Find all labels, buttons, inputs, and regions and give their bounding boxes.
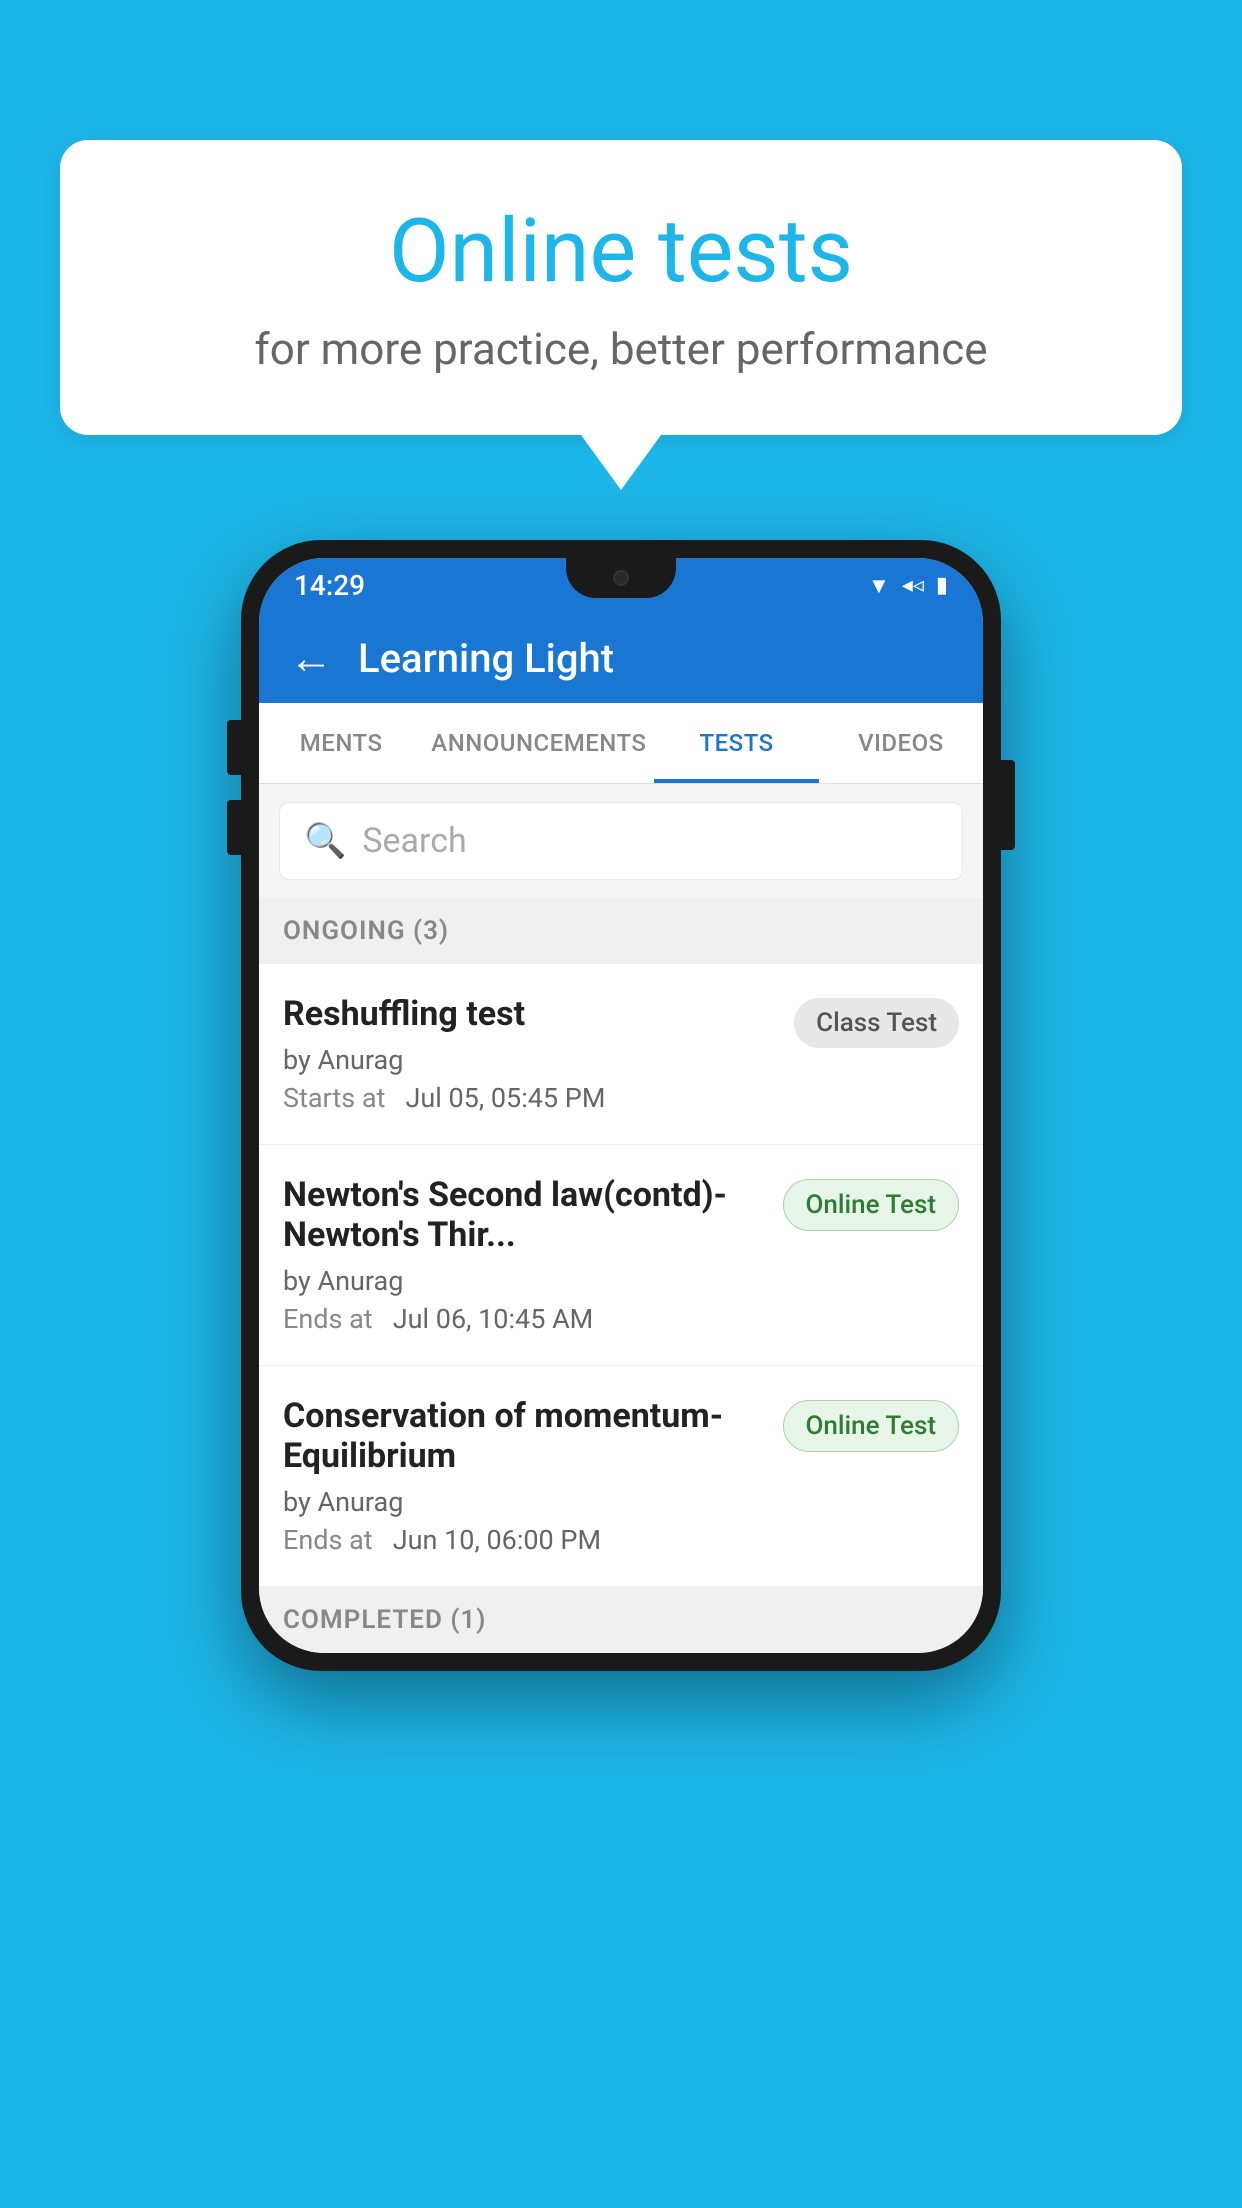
power-button xyxy=(1001,760,1015,850)
test-info: Reshuffling test by Anurag Starts at Jul… xyxy=(283,994,794,1114)
status-time: 14:29 xyxy=(294,569,365,602)
test-time-label: Ends at xyxy=(283,1303,373,1335)
volume-down-button xyxy=(227,800,241,855)
test-author: by Anurag xyxy=(283,1486,763,1518)
ongoing-label: ONGOING (3) xyxy=(283,916,449,946)
ongoing-section-header: ONGOING (3) xyxy=(259,898,983,964)
search-placeholder: Search xyxy=(362,821,466,861)
test-item[interactable]: Conservation of momentum-Equilibrium by … xyxy=(259,1366,983,1587)
search-container: 🔍 Search xyxy=(259,784,983,898)
test-time-value: Jun 10, 06:00 PM xyxy=(393,1524,601,1556)
test-info: Conservation of momentum-Equilibrium by … xyxy=(283,1396,783,1556)
tab-announcements[interactable]: ANNOUNCEMENTS xyxy=(423,703,654,783)
speech-bubble-arrow xyxy=(581,435,661,490)
tab-tests[interactable]: TESTS xyxy=(654,703,818,783)
test-time-value: Jul 06, 10:45 AM xyxy=(393,1303,594,1335)
test-badge-online: Online Test xyxy=(783,1179,960,1231)
test-time: Ends at Jun 10, 06:00 PM xyxy=(283,1524,763,1556)
completed-section-header: COMPLETED (1) xyxy=(259,1587,983,1653)
tab-videos[interactable]: VIDEOS xyxy=(819,703,983,783)
back-button[interactable]: ← xyxy=(289,632,333,684)
test-time: Starts at Jul 05, 05:45 PM xyxy=(283,1082,774,1114)
volume-up-button xyxy=(227,720,241,775)
test-time-label: Ends at xyxy=(283,1524,373,1556)
battery-icon: ▮ xyxy=(936,573,948,598)
test-info: Newton's Second law(contd)-Newton's Thir… xyxy=(283,1175,783,1335)
notch xyxy=(566,558,676,598)
phone-outer: 14:29 ▼ ◂◃ ▮ ← Learning Light MENTS xyxy=(241,540,1001,1671)
phone-screen: 14:29 ▼ ◂◃ ▮ ← Learning Light MENTS xyxy=(259,558,983,1653)
test-time-label: Starts at xyxy=(283,1082,385,1114)
test-name: Conservation of momentum-Equilibrium xyxy=(283,1396,763,1476)
search-icon: 🔍 xyxy=(304,821,346,861)
test-badge-online: Online Test xyxy=(783,1400,960,1452)
test-author: by Anurag xyxy=(283,1044,774,1076)
test-badge-class: Class Test xyxy=(794,998,959,1048)
status-icons: ▼ ◂◃ ▮ xyxy=(868,573,948,599)
app-bar-title: Learning Light xyxy=(358,635,614,682)
tabs-bar: MENTS ANNOUNCEMENTS TESTS VIDEOS xyxy=(259,703,983,784)
tab-ments[interactable]: MENTS xyxy=(259,703,423,783)
camera-icon xyxy=(613,570,629,586)
test-list: Reshuffling test by Anurag Starts at Jul… xyxy=(259,964,983,1587)
phone-container: 14:29 ▼ ◂◃ ▮ ← Learning Light MENTS xyxy=(241,540,1001,1671)
test-name: Newton's Second law(contd)-Newton's Thir… xyxy=(283,1175,763,1255)
signal-icon: ◂◃ xyxy=(902,573,924,598)
test-time-value: Jul 05, 05:45 PM xyxy=(405,1082,605,1114)
app-bar: ← Learning Light xyxy=(259,613,983,703)
test-name: Reshuffling test xyxy=(283,994,774,1034)
speech-bubble-subtitle: for more practice, better performance xyxy=(140,323,1102,375)
speech-bubble-container: Online tests for more practice, better p… xyxy=(60,140,1182,490)
search-box[interactable]: 🔍 Search xyxy=(279,802,963,880)
speech-bubble: Online tests for more practice, better p… xyxy=(60,140,1182,435)
wifi-icon: ▼ xyxy=(868,573,890,599)
completed-label: COMPLETED (1) xyxy=(283,1605,486,1635)
test-item[interactable]: Reshuffling test by Anurag Starts at Jul… xyxy=(259,964,983,1145)
speech-bubble-title: Online tests xyxy=(140,200,1102,303)
test-time: Ends at Jul 06, 10:45 AM xyxy=(283,1303,763,1335)
test-item[interactable]: Newton's Second law(contd)-Newton's Thir… xyxy=(259,1145,983,1366)
status-bar: 14:29 ▼ ◂◃ ▮ xyxy=(259,558,983,613)
test-author: by Anurag xyxy=(283,1265,763,1297)
